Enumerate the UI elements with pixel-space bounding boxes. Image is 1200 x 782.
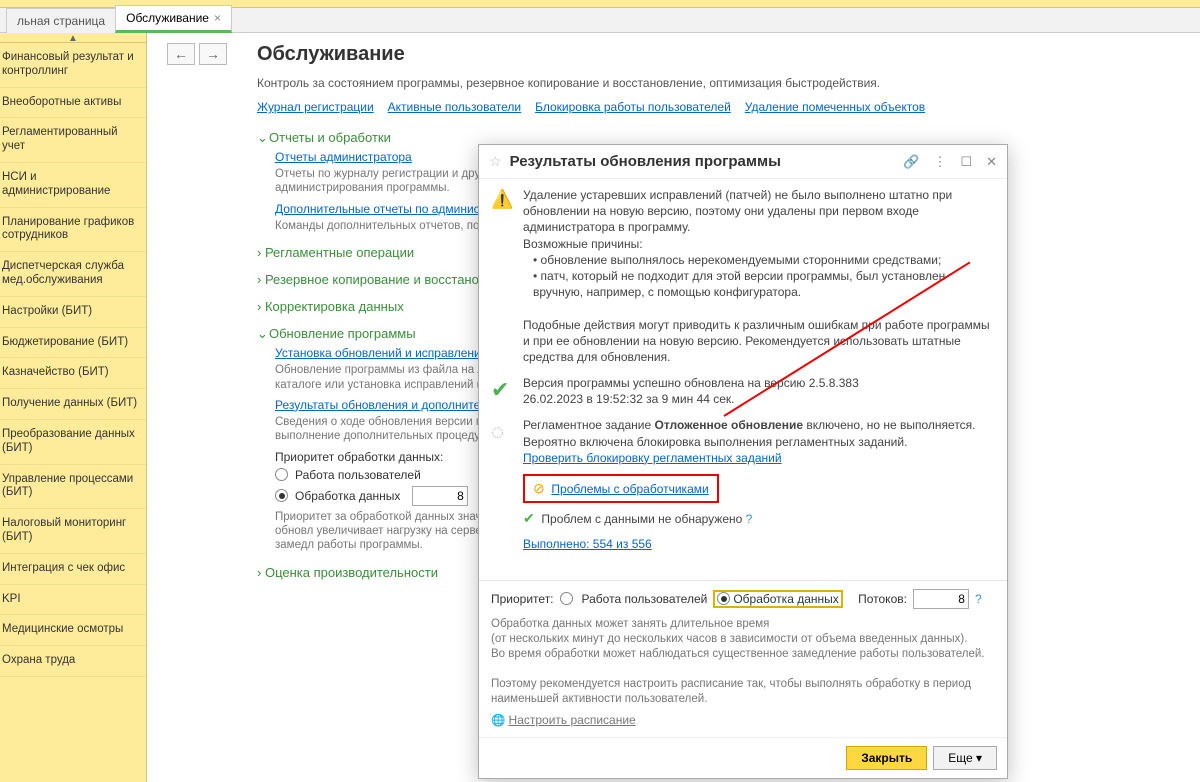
maximize-icon[interactable]: ☐ (960, 154, 972, 170)
top-link-1[interactable]: Активные пользователи (388, 100, 521, 114)
page-desc: Контроль за состоянием программы, резерв… (257, 76, 1180, 90)
warning-icon: ⚠️ (491, 187, 513, 365)
back-button[interactable]: ← (167, 43, 195, 65)
forward-button[interactable]: → (199, 43, 227, 65)
sidebar-item-1[interactable]: Внеоборотные активы (0, 88, 146, 119)
sidebar-item-16[interactable]: Охрана труда (0, 646, 146, 677)
sidebar-item-9[interactable]: Получение данных (БИТ) (0, 389, 146, 420)
close-icon[interactable]: ✕ (986, 154, 997, 170)
link-icon[interactable]: 🔗 (903, 154, 919, 170)
top-links: Журнал регистрации Активные пользователи Б… (257, 100, 1180, 114)
sidebar-item-7[interactable]: Бюджетирование (БИТ) (0, 328, 146, 359)
collapse-icon[interactable]: ▲ (0, 33, 146, 43)
priority-user-radio[interactable] (275, 468, 288, 481)
help-icon[interactable]: ? (975, 592, 982, 606)
page-title: Обслуживание (257, 43, 1180, 66)
sidebar: ▲ Финансовый результат и контроллингВнео… (0, 33, 147, 782)
tab-bar: льная страница Обслуживание× (0, 8, 1200, 33)
sidebar-item-8[interactable]: Казначейство (БИТ) (0, 358, 146, 389)
more-icon[interactable]: ⋮ (933, 154, 946, 170)
sidebar-item-0[interactable]: Финансовый результат и контроллинг (0, 43, 146, 88)
sidebar-item-10[interactable]: Преобразование данных (БИТ) (0, 420, 146, 465)
warn-icon: ⊘ (533, 480, 545, 496)
sidebar-item-15[interactable]: Медицинские осмотры (0, 615, 146, 646)
update-results-dialog: ☆ Результаты обновления программы 🔗 ⋮ ☐ … (478, 144, 1008, 779)
help-icon[interactable]: ? (746, 512, 753, 526)
progress-link[interactable]: Выполнено: 554 из 556 (523, 537, 652, 551)
spinner-icon: ◌ (491, 417, 513, 552)
top-link-2[interactable]: Блокировка работы пользователей (535, 100, 731, 114)
sidebar-item-12[interactable]: Налоговый мониторинг (БИТ) (0, 509, 146, 554)
problems-box: ⊘ Проблемы с обработчиками (523, 474, 719, 503)
check-lock-link[interactable]: Проверить блокировку регламентных задани… (523, 451, 782, 465)
sidebar-item-3[interactable]: НСИ и администрирование (0, 163, 146, 208)
sidebar-item-11[interactable]: Управление процессами (БИТ) (0, 465, 146, 510)
problems-link[interactable]: Проблемы с обработчиками (551, 482, 708, 496)
schedule-link[interactable]: Настроить расписание (509, 713, 636, 727)
top-link-0[interactable]: Журнал регистрации (257, 100, 374, 114)
more-button[interactable]: Еще ▾ (933, 746, 997, 770)
dialog-priority-user-radio[interactable] (560, 592, 573, 605)
threads-input[interactable] (412, 486, 468, 506)
admin-reports-link[interactable]: Отчеты администратора (275, 150, 412, 164)
close-button[interactable]: Закрыть (846, 746, 927, 770)
dialog-threads-input[interactable] (913, 589, 969, 609)
sidebar-item-14[interactable]: KPI (0, 585, 146, 616)
sidebar-item-2[interactable]: Регламентированный учет (0, 118, 146, 163)
star-icon[interactable]: ☆ (489, 153, 502, 170)
dialog-priority-data-radio[interactable] (717, 592, 730, 605)
top-link-3[interactable]: Удаление помеченных объектов (745, 100, 925, 114)
tab-home[interactable]: льная страница (6, 8, 116, 33)
dialog-title: Результаты обновления программы (510, 153, 890, 170)
sidebar-item-6[interactable]: Настройки (БИТ) (0, 297, 146, 328)
sidebar-item-5[interactable]: Диспетчерская служба мед.обслуживания (0, 252, 146, 297)
sidebar-item-4[interactable]: Планирование графиков сотрудников (0, 208, 146, 253)
priority-data-radio[interactable] (275, 489, 288, 502)
ok-icon: ✔ (523, 510, 535, 526)
sidebar-item-13[interactable]: Интеграция с чек офис (0, 554, 146, 585)
close-icon[interactable]: × (214, 11, 221, 25)
check-icon: ✔ (491, 375, 513, 407)
tab-maintenance[interactable]: Обслуживание× (115, 5, 232, 33)
